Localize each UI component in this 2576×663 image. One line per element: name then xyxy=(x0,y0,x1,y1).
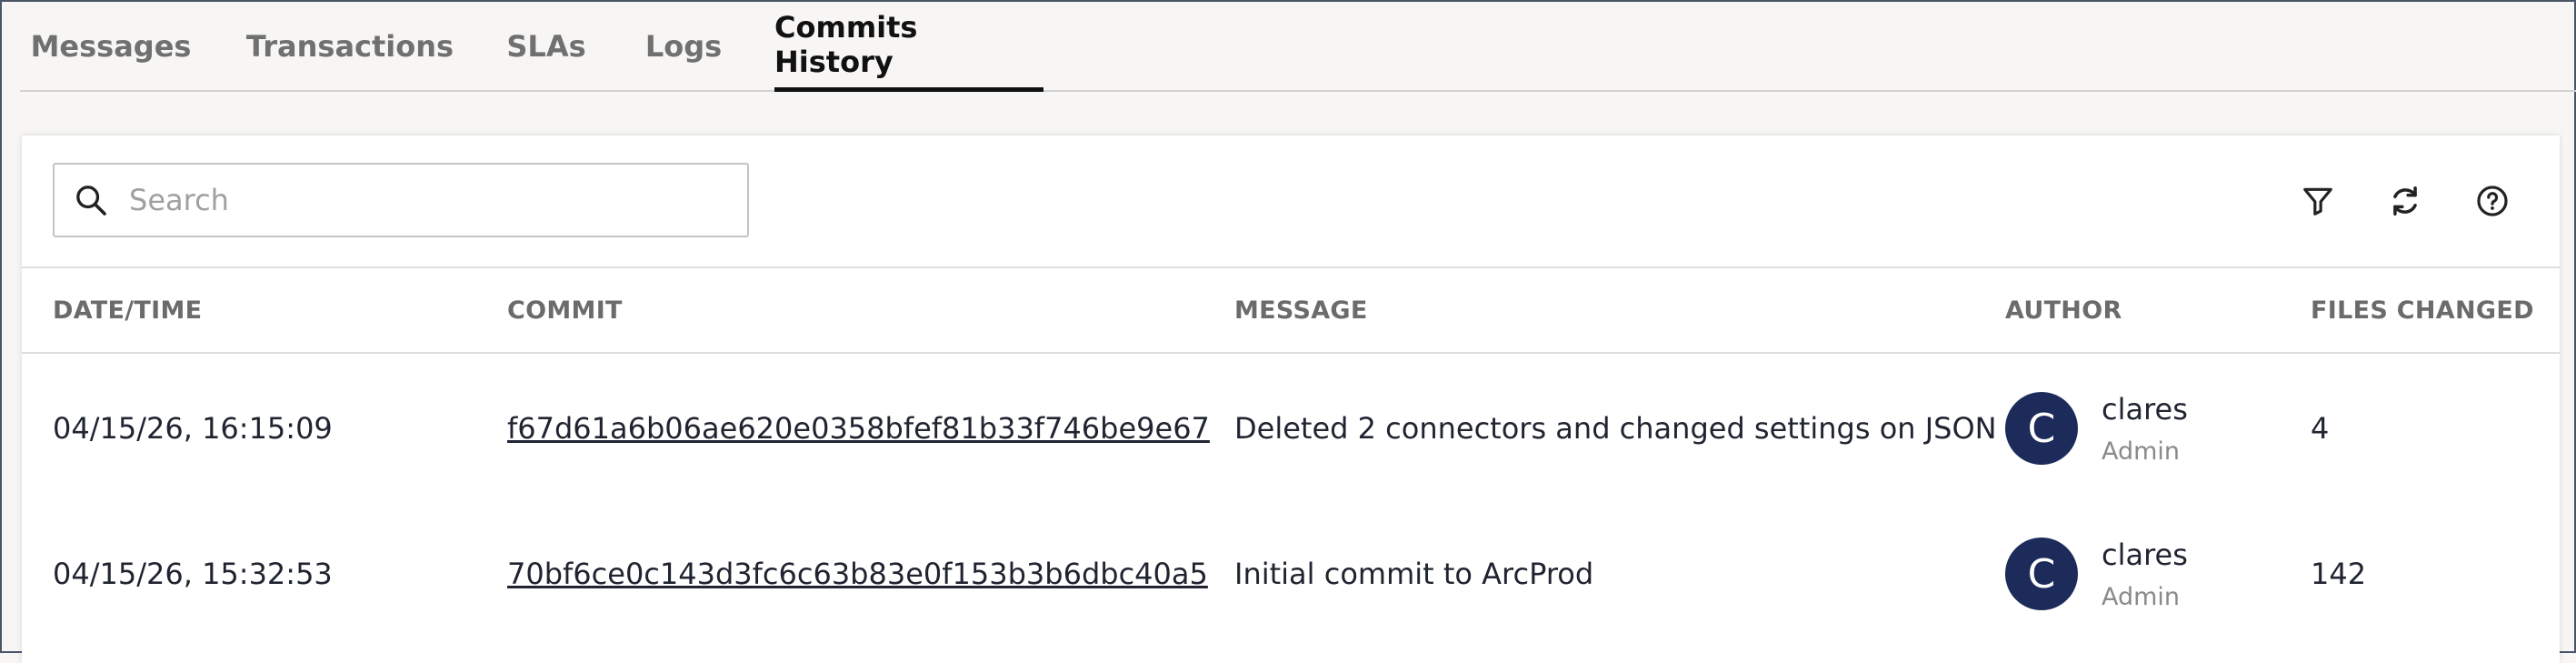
row-message: Deleted 2 connectors and changed setting… xyxy=(1234,411,1997,446)
author-name: clares xyxy=(2102,537,2188,572)
column-header-files-changed[interactable]: FILES CHANGED xyxy=(2311,268,2534,352)
column-header-message[interactable]: MESSAGE xyxy=(1234,268,1368,352)
tab-slas[interactable]: SLAs xyxy=(506,2,585,90)
avatar: C xyxy=(2005,537,2078,610)
tab-transactions[interactable]: Transactions xyxy=(246,2,454,90)
refresh-icon xyxy=(2393,186,2417,216)
author-name: clares xyxy=(2102,391,2188,427)
search-box[interactable] xyxy=(53,163,749,237)
table-header: DATE/TIME COMMIT MESSAGE AUTHOR FILES CH… xyxy=(22,268,2560,354)
row-commit-cell: f67d61a6b06ae620e0358bfef81b33f746be9e67 xyxy=(507,356,1210,501)
filter-button[interactable] xyxy=(2294,177,2341,225)
avatar: C xyxy=(2005,392,2078,465)
commit-hash-link[interactable]: 70bf6ce0c143d3fc6c63b83e0f153b3b6dbc40a5 xyxy=(507,557,1208,591)
row-files-changed: 4 xyxy=(2311,411,2330,446)
tab-commits-history[interactable]: Commits History xyxy=(774,2,1043,92)
column-header-author[interactable]: AUTHOR xyxy=(2005,268,2122,352)
tab-logs[interactable]: Logs xyxy=(645,2,722,90)
help-button[interactable] xyxy=(2469,177,2516,225)
table-row[interactable]: 04/15/26, 15:32:53 70bf6ce0c143d3fc6c63b… xyxy=(22,501,2560,647)
row-commit-cell: 70bf6ce0c143d3fc6c63b83e0f153b3b6dbc40a5 xyxy=(507,501,1208,647)
search-icon xyxy=(76,186,106,216)
table-row[interactable]: 04/15/26, 16:15:09 f67d61a6b06ae620e0358… xyxy=(22,356,2560,501)
tab-bar: Messages Transactions SLAs Logs Commits … xyxy=(20,2,2576,92)
row-author: C clares Admin xyxy=(2005,356,2188,501)
author-role: Admin xyxy=(2102,582,2181,611)
row-datetime: 04/15/26, 16:15:09 xyxy=(53,411,333,446)
commit-hash-link[interactable]: f67d61a6b06ae620e0358bfef81b33f746be9e67 xyxy=(507,411,1210,446)
commits-panel: DATE/TIME COMMIT MESSAGE AUTHOR FILES CH… xyxy=(22,136,2560,663)
column-header-datetime[interactable]: DATE/TIME xyxy=(53,268,202,352)
row-author: C clares Admin xyxy=(2005,501,2188,647)
author-role: Admin xyxy=(2102,437,2181,466)
refresh-button[interactable] xyxy=(2381,177,2429,225)
search-input[interactable] xyxy=(127,182,713,218)
row-datetime: 04/15/26, 15:32:53 xyxy=(53,557,333,591)
column-header-commit[interactable]: COMMIT xyxy=(507,268,623,352)
help-icon xyxy=(2477,186,2508,216)
row-message: Initial commit to ArcProd xyxy=(1234,557,1594,591)
toolbar xyxy=(22,136,2560,268)
tab-messages[interactable]: Messages xyxy=(31,2,192,90)
filter-icon xyxy=(2303,187,2332,216)
row-files-changed: 142 xyxy=(2311,557,2367,591)
